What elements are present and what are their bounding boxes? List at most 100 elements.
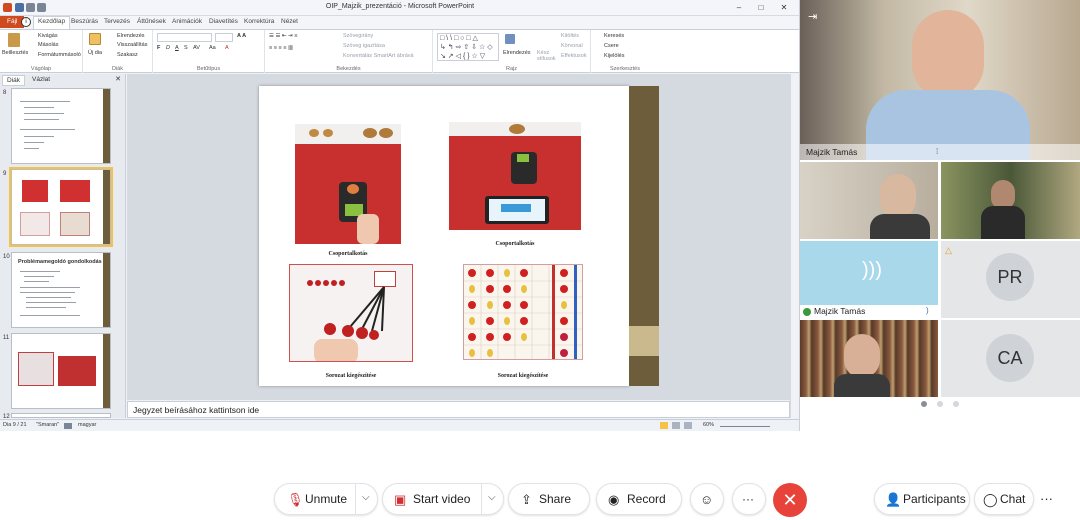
tab-animations[interactable]: Animációk [168,17,206,26]
italic-button[interactable]: D [166,45,170,51]
page-dot-active[interactable] [921,401,927,407]
slide-thumbnail-10[interactable]: Problémamegoldó gondolkodás [11,252,111,328]
slide-photo-robot-tablet [449,122,581,230]
copy-button[interactable]: Másolás [38,42,58,48]
bold-button[interactable]: F [157,45,160,51]
spacing-button[interactable]: AV [193,45,200,51]
unmute-button[interactable]: 🎙 Unmute ⌵ [274,483,378,515]
chevron-down-icon[interactable]: ⌵ [362,492,370,503]
start-video-button[interactable]: ▣ Start video ⌵ [382,483,504,515]
new-slide-icon [89,33,101,45]
outline-button[interactable]: Körvonal [561,43,583,49]
audio-tile-name: Majzik Tamás [814,306,866,316]
grow-font-icon[interactable]: A A [237,33,246,39]
tab-slides[interactable]: Diák [2,75,26,86]
reactions-button[interactable]: ☺ [690,483,724,515]
fill-button[interactable]: Kitöltés [561,33,579,39]
paragraph-group: ☰ ☰ ⇤ ⇥ ≡ ≡ ≡ ≡ ≡ ▥ Szövegirány Szöveg i… [265,30,433,73]
participants-button[interactable]: 👤 Participants [874,483,970,515]
mic-active-icon: ) [926,306,929,315]
underline-button[interactable]: A [175,45,179,51]
participant-initials-tile-1[interactable]: △ PR [941,241,1080,318]
reading-view-icon[interactable] [684,422,692,429]
slide-thumbnail-12[interactable] [11,413,111,418]
collapse-icon[interactable]: ⇥ [808,10,817,23]
tab-home[interactable]: Kezdőlap [33,16,71,29]
tab-outline[interactable]: Vázlat [28,75,54,84]
more-options-button[interactable]: ··· [732,483,766,515]
slide-thumbnail-8[interactable] [11,88,111,164]
strike-button[interactable]: S [184,45,188,51]
format-painter-button[interactable]: Formátummásoló [38,52,81,58]
notes-pane[interactable]: Jegyzet beírásához kattintson ide [127,401,790,418]
language: magyar [78,422,97,428]
cut-button[interactable]: Kivágás [38,33,58,39]
current-slide[interactable]: Csoportalkotás Csoportalkotás Sorozat ki… [259,86,629,386]
page-dot[interactable] [953,401,959,407]
align-text-button[interactable]: Szöveg igazítása [343,43,385,49]
effects-button[interactable]: Effektusok [561,53,587,59]
vertical-scrollbar[interactable] [790,74,799,418]
new-slide-button[interactable]: Új dia [88,50,102,56]
tab-view[interactable]: Nézet [277,17,302,26]
chat-button[interactable]: ◯ Chat [974,483,1034,515]
slide-thumbnail-11[interactable] [11,333,111,409]
normal-view-icon[interactable] [660,422,668,429]
zoom-level: 60% [703,422,715,428]
participant-initials-tile-2[interactable]: CA [941,320,1080,397]
speaker-video-tile[interactable]: ⇥ Majzik Tamás ⁞ [800,0,1080,160]
chat-icon: ◯ [983,492,998,507]
paste-button[interactable]: Beillesztés [2,50,28,56]
record-button[interactable]: ◉ Record [596,483,682,515]
tab-insert[interactable]: Beszúrás [67,17,102,26]
align-buttons[interactable]: ≡ ≡ ≡ ≡ ▥ [269,45,293,51]
warning-icon: △ [945,245,952,255]
clipboard-group: Beillesztés Kivágás Másolás Formátummáso… [0,30,83,73]
minimize-icon[interactable]: – [728,2,750,13]
arrange-button[interactable]: Elrendezés [503,50,531,56]
page-dot[interactable] [937,401,943,407]
audio-only-tile[interactable]: ))) Majzik Tamás ) [800,241,938,318]
quick-styles-button[interactable]: Kész stílusok [537,50,561,62]
zoom-slider[interactable] [720,426,770,427]
smartart-button[interactable]: Konvertálás SmartArt ábrává [343,53,414,59]
bullets-button[interactable]: ☰ ☰ ⇤ ⇥ ≡ [269,33,297,39]
participant-video-tile-2[interactable] [941,162,1080,239]
find-button[interactable]: Keresés [604,33,624,39]
more-menu-icon[interactable]: ··· [1040,491,1053,506]
ribbon-tabs: Fájl Kezdőlap Beszúrás Tervezés Áttűnése… [0,16,799,29]
theme-name: "Smaran" [36,422,60,428]
spellcheck-icon[interactable] [64,423,72,429]
close-icon[interactable]: ✕ [773,2,795,13]
reset-button[interactable]: Visszaállítás [117,42,147,48]
font-size-field[interactable] [215,33,233,42]
layout-button[interactable]: Elrendezés [117,33,145,39]
participant-video-tile-1[interactable] [800,162,938,239]
section-button[interactable]: Szakasz [117,52,138,58]
shapes-gallery[interactable]: □ \ \ □ ○ □ △ ↳ ↰ ⇨ ⇧ ⇩ ☆ ◇ ↘ ↗ ◁ { } ☆ ▽ [437,33,499,61]
replace-button[interactable]: Csere [604,43,619,49]
chevron-down-icon[interactable]: ⌵ [488,492,496,503]
maximize-icon[interactable]: □ [750,2,772,13]
initials-avatar-1: PR [986,253,1034,301]
tab-slideshow[interactable]: Diavetítés [205,17,242,26]
tab-transitions[interactable]: Áttűnések [133,17,170,26]
text-direction-button[interactable]: Szövegirány [343,33,373,39]
tab-design[interactable]: Tervezés [100,17,134,26]
font-group-label: Betűtípus [196,66,221,72]
case-button[interactable]: Aa [209,45,216,51]
clipboard-group-label: Vágólap [30,66,52,72]
editing-group: Keresés Csere Kijelölés Szerkesztés [600,30,650,73]
font-name-field[interactable] [157,33,212,42]
participant-video-tile-3[interactable] [800,320,938,397]
share-button[interactable]: ⇪ Share [508,483,590,515]
record-icon: ◉ [608,492,620,507]
font-color-button[interactable]: A [225,45,229,51]
select-button[interactable]: Kijelölés [604,53,624,59]
leave-meeting-button[interactable]: ✕ [773,483,807,517]
slide-thumbnail-9[interactable] [9,167,113,247]
close-panel-icon[interactable]: ✕ [115,75,121,83]
window-title: OIP_Majzik_prezentáció - Microsoft Power… [325,3,475,10]
sorter-view-icon[interactable] [672,422,680,429]
tab-review[interactable]: Korrektúra [240,17,278,26]
